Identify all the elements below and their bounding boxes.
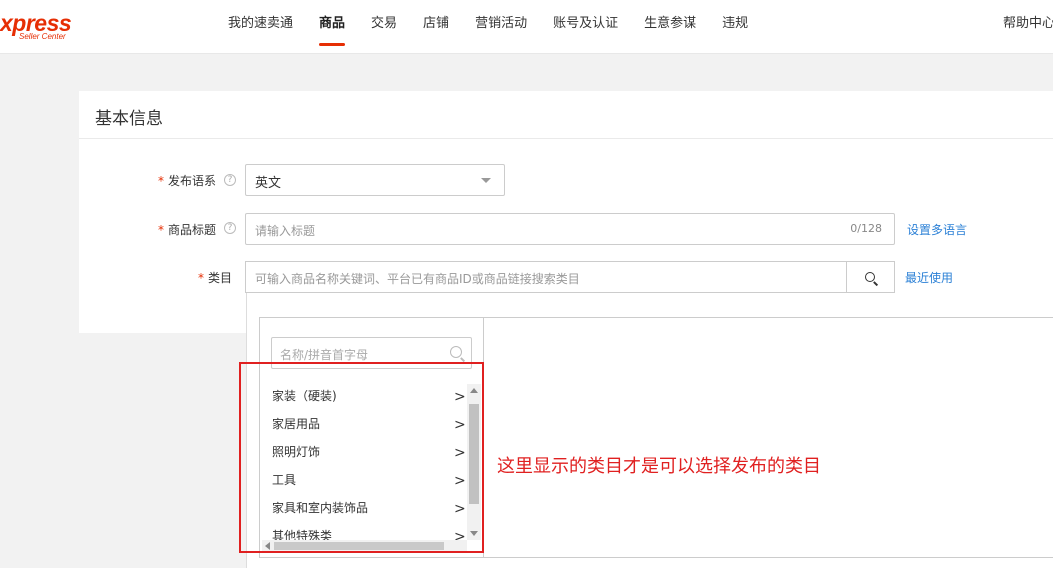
language-label: * 发布语系	[158, 172, 216, 189]
logo-subtext: Seller Center	[19, 32, 66, 41]
search-icon	[450, 346, 462, 358]
language-label-text: 发布语系	[168, 174, 217, 188]
recently-used-link[interactable]: 最近使用	[905, 269, 953, 286]
search-icon	[865, 272, 875, 282]
main-nav: 我的速卖通 商品 交易 店铺 营销活动 账号及认证 生意参谋 违规	[228, 0, 774, 54]
nav-item-store[interactable]: 店铺	[423, 0, 449, 54]
title-label: * 商品标题	[158, 221, 216, 238]
title-placeholder: 请输入标题	[255, 224, 316, 238]
category-label-text: 类目	[208, 271, 233, 285]
nav-item-my-aliexpress[interactable]: 我的速卖通	[228, 0, 293, 54]
help-icon[interactable]: ?	[224, 174, 236, 186]
required-mark: *	[198, 271, 204, 285]
category-placeholder: 可输入商品名称关键词、平台已有商品ID或商品链接搜索类目	[255, 272, 580, 286]
top-nav-bar: xpress Seller Center 我的速卖通 商品 交易 店铺 营销活动…	[0, 0, 1053, 54]
nav-item-violations[interactable]: 违规	[722, 0, 748, 54]
title-label-text: 商品标题	[168, 223, 217, 237]
nav-item-business-advisor[interactable]: 生意参谋	[644, 0, 696, 54]
required-mark: *	[158, 223, 164, 237]
filter-placeholder: 名称/拼音首字母	[280, 348, 369, 362]
nav-item-marketing[interactable]: 营销活动	[475, 0, 527, 54]
language-select[interactable]: 英文	[245, 164, 505, 196]
language-value: 英文	[255, 176, 282, 191]
category-search-button[interactable]	[846, 261, 895, 293]
category-label: * 类目	[198, 269, 232, 286]
help-center-link[interactable]: 帮助中心	[1003, 0, 1053, 48]
card-title: 基本信息	[95, 109, 163, 129]
category-search-input[interactable]: 可输入商品名称关键词、平台已有商品ID或商品链接搜索类目	[245, 261, 846, 293]
highlight-box	[239, 362, 484, 553]
required-mark: *	[158, 174, 164, 188]
chevron-down-icon	[481, 178, 491, 183]
product-title-input[interactable]: 请输入标题 0/128	[245, 213, 895, 245]
aliexpress-logo[interactable]: xpress Seller Center	[0, 6, 80, 46]
annotation-text: 这里显示的类目才是可以选择发布的类目	[497, 456, 821, 477]
nav-item-account[interactable]: 账号及认证	[553, 0, 618, 54]
title-char-counter: 0/128	[850, 222, 882, 235]
card-divider	[79, 138, 1053, 139]
help-icon[interactable]: ?	[224, 222, 236, 234]
nav-item-products[interactable]: 商品	[319, 0, 346, 54]
nav-item-trade[interactable]: 交易	[371, 0, 397, 54]
set-multilanguage-link[interactable]: 设置多语言	[907, 221, 967, 238]
